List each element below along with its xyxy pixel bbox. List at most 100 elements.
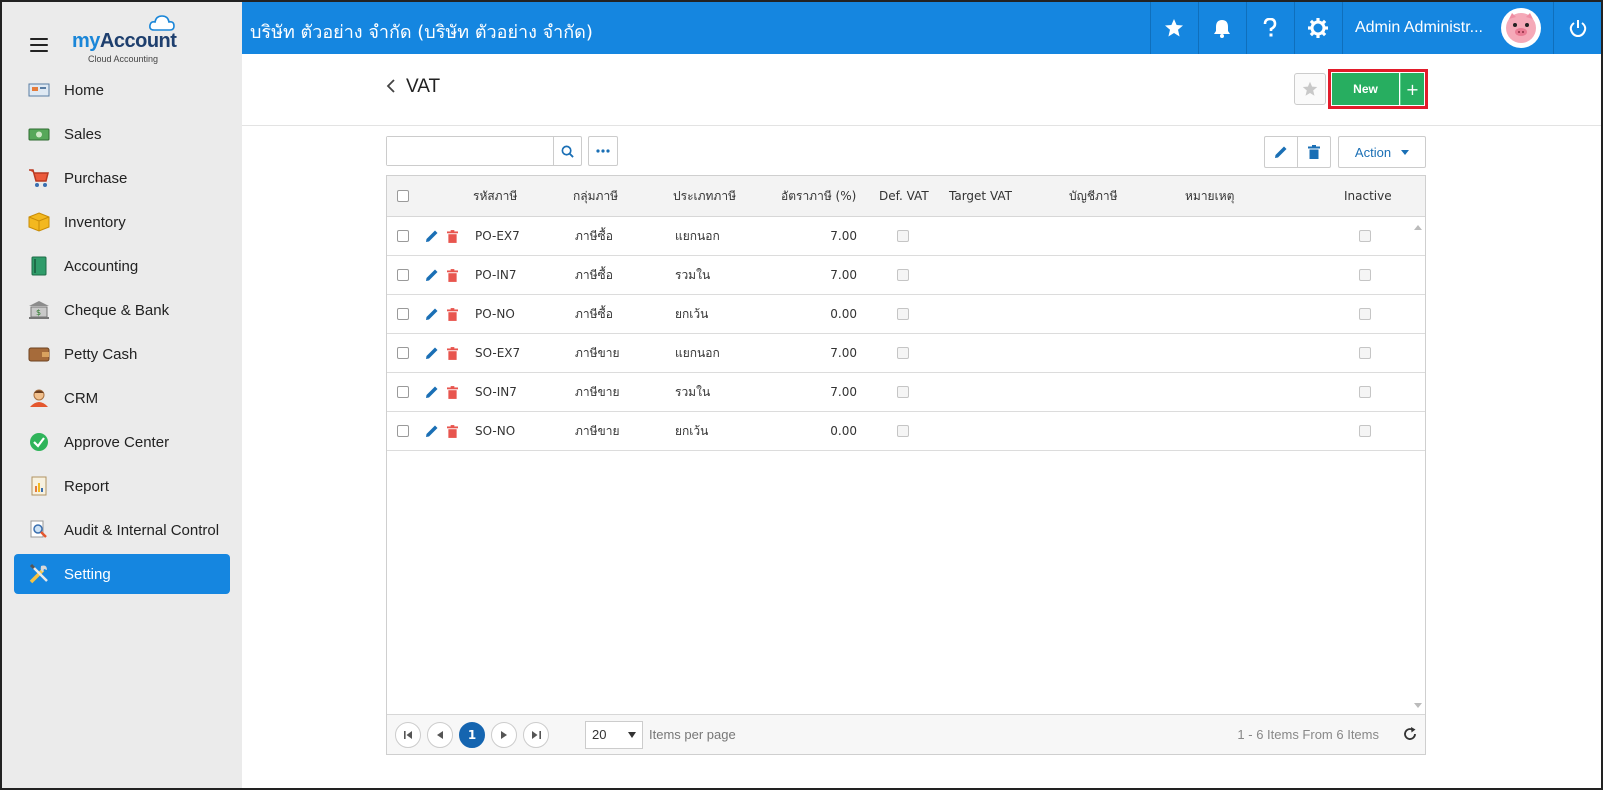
cell-group: ภาษีขาย xyxy=(575,345,620,360)
scroll-up-arrow-icon[interactable] xyxy=(1414,225,1422,230)
logout-button[interactable] xyxy=(1553,2,1601,54)
sidebar-item-audit[interactable]: Audit & Internal Control xyxy=(14,510,230,550)
def-vat-checkbox xyxy=(897,230,909,242)
add-favorite-button[interactable] xyxy=(1294,73,1326,105)
row-edit-button[interactable] xyxy=(425,334,439,372)
power-icon xyxy=(1569,20,1586,37)
action-label: Action xyxy=(1354,144,1392,160)
magnifier-icon xyxy=(28,520,50,540)
sidebar-item-label: CRM xyxy=(64,389,99,407)
cell-group: ภาษีซื้อ xyxy=(575,267,613,282)
vat-table: รหัสภาษี กลุ่มภาษี ประเภทภาษี อัตราภาษี … xyxy=(386,175,1426,755)
select-all-cell xyxy=(397,176,409,216)
cell-rate: 7.00 xyxy=(830,268,857,282)
book-icon xyxy=(28,256,50,276)
cart-icon xyxy=(28,168,50,188)
next-page-icon xyxy=(501,730,507,739)
box-icon xyxy=(28,212,50,232)
column-header-code[interactable]: รหัสภาษี xyxy=(473,176,517,216)
table-row[interactable]: SO-EX7 ภาษีขาย แยกนอก 7.00 xyxy=(387,334,1425,373)
more-options-button[interactable] xyxy=(588,136,618,166)
items-per-page-select[interactable]: 20 xyxy=(585,720,643,749)
action-dropdown[interactable]: Action xyxy=(1338,136,1426,168)
row-delete-button[interactable] xyxy=(447,373,458,411)
select-all-checkbox[interactable] xyxy=(397,190,409,202)
sidebar-item-accounting[interactable]: Accounting xyxy=(14,246,230,286)
user-menu[interactable]: Admin Administr... xyxy=(1341,2,1553,54)
table-row[interactable]: PO-IN7 ภาษีซื้อ รวมใน 7.00 xyxy=(387,256,1425,295)
favorites-button[interactable] xyxy=(1149,2,1198,54)
table-row[interactable]: PO-EX7 ภาษีซื้อ แยกนอก 7.00 xyxy=(387,217,1425,256)
column-header-def-vat[interactable]: Def. VAT xyxy=(879,176,929,216)
tools-icon xyxy=(28,563,50,584)
sidebar-item-inventory[interactable]: Inventory xyxy=(14,202,230,242)
row-edit-button[interactable] xyxy=(425,295,439,333)
sidebar-item-sales[interactable]: Sales xyxy=(14,114,230,154)
row-edit-button[interactable] xyxy=(425,373,439,411)
svg-text:$: $ xyxy=(36,308,41,317)
sidebar-item-setting[interactable]: Setting xyxy=(14,554,230,594)
brand-subtitle: Cloud Accounting xyxy=(88,54,159,64)
row-delete-button[interactable] xyxy=(447,217,458,255)
row-delete-button[interactable] xyxy=(447,256,458,294)
scroll-down-arrow-icon[interactable] xyxy=(1414,703,1422,708)
star-icon xyxy=(1302,81,1318,96)
table-row[interactable]: SO-IN7 ภาษีขาย รวมใน 7.00 xyxy=(387,373,1425,412)
sidebar-item-home[interactable]: Home xyxy=(14,70,230,110)
edit-selected-button[interactable] xyxy=(1264,136,1298,168)
help-button[interactable] xyxy=(1245,2,1294,54)
search-input[interactable] xyxy=(387,137,553,165)
first-page-button[interactable] xyxy=(395,721,421,748)
column-header-type[interactable]: ประเภทภาษี xyxy=(673,176,736,216)
row-checkbox[interactable] xyxy=(397,425,409,437)
sidebar-item-crm[interactable]: CRM xyxy=(14,378,230,418)
row-checkbox[interactable] xyxy=(397,230,409,242)
row-delete-button[interactable] xyxy=(447,295,458,333)
delete-selected-button[interactable] xyxy=(1297,136,1331,168)
row-delete-button[interactable] xyxy=(447,334,458,372)
last-page-button[interactable] xyxy=(523,721,549,748)
sidebar-item-purchase[interactable]: Purchase xyxy=(14,158,230,198)
settings-button[interactable] xyxy=(1293,2,1342,54)
row-checkbox[interactable] xyxy=(397,386,409,398)
row-edit-button[interactable] xyxy=(425,217,439,255)
new-plus-button[interactable]: + xyxy=(1400,73,1424,105)
row-edit-button[interactable] xyxy=(425,256,439,294)
column-header-note[interactable]: หมายเหตุ xyxy=(1185,176,1234,216)
back-button[interactable] xyxy=(386,78,396,98)
company-name[interactable]: บริษัท ตัวอย่าง จำกัด (บริษัท ตัวอย่าง จ… xyxy=(250,17,593,46)
sidebar-item-petty-cash[interactable]: Petty Cash xyxy=(14,334,230,374)
row-checkbox[interactable] xyxy=(397,347,409,359)
row-delete-button[interactable] xyxy=(447,412,458,450)
trash-icon xyxy=(447,229,458,243)
column-header-account[interactable]: บัญชีภาษี xyxy=(1069,176,1118,216)
row-edit-button[interactable] xyxy=(425,412,439,450)
cell-code: PO-NO xyxy=(475,307,515,321)
table-row[interactable]: PO-NO ภาษีซื้อ ยกเว้น 0.00 xyxy=(387,295,1425,334)
sidebar-item-approve-center[interactable]: Approve Center xyxy=(14,422,230,462)
sidebar-item-cheque-bank[interactable]: $ Cheque & Bank xyxy=(14,290,230,330)
search-button[interactable] xyxy=(553,137,581,165)
page-number-current[interactable]: 1 xyxy=(459,721,485,748)
avatar xyxy=(1501,8,1541,48)
sidebar-item-report[interactable]: Report xyxy=(14,466,230,506)
page-title: VAT xyxy=(406,76,441,97)
bank-icon: $ xyxy=(28,300,50,320)
menu-toggle-icon[interactable] xyxy=(30,38,48,52)
column-header-inactive[interactable]: Inactive xyxy=(1344,176,1392,216)
notifications-button[interactable] xyxy=(1197,2,1246,54)
column-header-target-vat[interactable]: Target VAT xyxy=(949,176,1012,216)
row-checkbox[interactable] xyxy=(397,308,409,320)
brand-logo[interactable]: myAccount Cloud Accounting xyxy=(72,12,192,66)
row-checkbox[interactable] xyxy=(397,269,409,281)
prev-page-button[interactable] xyxy=(427,721,453,748)
refresh-button[interactable] xyxy=(1403,727,1417,745)
new-button[interactable]: New xyxy=(1332,73,1399,105)
sidebar-item-label: Setting xyxy=(64,565,111,583)
vertical-scrollbar[interactable] xyxy=(1411,217,1425,714)
column-header-rate[interactable]: อัตราภาษี (%) xyxy=(781,176,856,216)
caret-down-icon xyxy=(628,731,636,738)
next-page-button[interactable] xyxy=(491,721,517,748)
table-row[interactable]: SO-NO ภาษีขาย ยกเว้น 0.00 xyxy=(387,412,1425,451)
column-header-group[interactable]: กลุ่มภาษี xyxy=(573,176,618,216)
